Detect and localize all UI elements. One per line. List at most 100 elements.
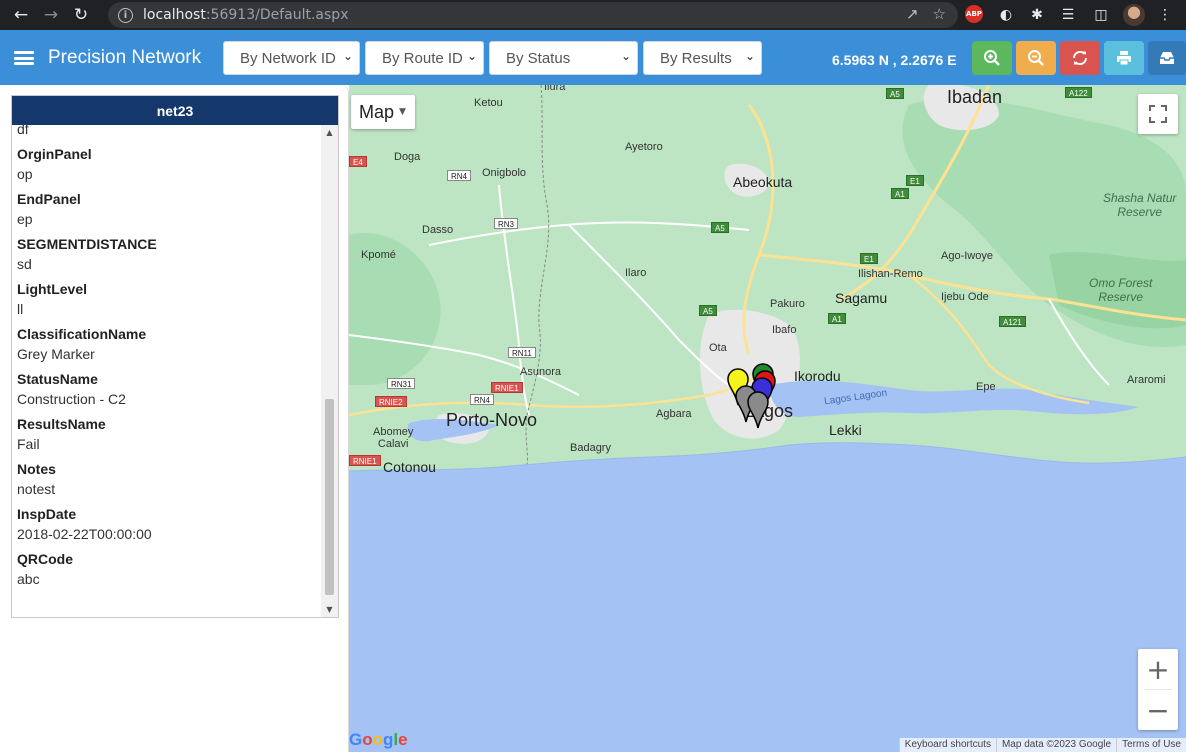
network-id-select-value: By Network ID [240, 49, 336, 67]
road-shield: RN4 [470, 394, 495, 405]
list-item: EndPanel ep [17, 189, 81, 229]
extension-icon[interactable]: ◐ [997, 5, 1015, 25]
map-canvas[interactable]: Ibadan Abeokuta Ayetoro Ketou Ilura Doga… [349, 85, 1186, 752]
status-select[interactable]: By Status ⌄ [489, 41, 638, 75]
field-value: ep [17, 211, 33, 227]
media-icon[interactable]: ☰ [1059, 5, 1077, 25]
map-label-pakuro: Pakuro [770, 298, 805, 310]
list-item: StatusName Construction - C2 [17, 369, 126, 409]
field-value: op [17, 166, 33, 182]
list-item: SEGMENTDISTANCE sd [17, 234, 157, 274]
chevron-down-icon: ⌄ [342, 49, 353, 63]
map-label-ketou: Ketou [474, 97, 503, 109]
road-shield: A1 [891, 188, 909, 199]
bookmark-star-icon[interactable]: ☆ [933, 5, 946, 23]
road-shield: E4 [349, 156, 367, 167]
adblock-extension-icon[interactable]: ABP [965, 5, 983, 23]
sidepanel-icon[interactable]: ◫ [1092, 5, 1110, 25]
panel-scrollbar[interactable]: ▲ ▼ [321, 125, 338, 617]
field-value: Construction - C2 [17, 391, 126, 407]
print-icon [1117, 51, 1131, 66]
feature-attributes-list[interactable]: df OrginPanel op EndPanel ep SEGMENTDISTAN… [12, 125, 322, 617]
map-zoom-in-button[interactable]: + [1138, 649, 1178, 689]
map-label-onigbolo: Onigbolo [482, 167, 527, 179]
road-shield: A5 [886, 88, 904, 99]
list-item: OrginPanel op [17, 144, 92, 184]
profile-avatar[interactable] [1123, 4, 1145, 26]
field-label: ResultsName [17, 416, 106, 432]
app-title: Precision Network [48, 47, 202, 68]
forward-arrow-icon[interactable]: → [36, 0, 66, 30]
field-label: LightLevel [17, 281, 88, 297]
road-shield: RNIE1 [349, 455, 381, 466]
menu-kebab-icon[interactable]: ⋮ [1158, 5, 1172, 25]
info-icon[interactable]: i [118, 7, 133, 23]
field-label: ClassificationName [17, 326, 147, 342]
map-attribution: Keyboard shortcuts Map data ©2023 Google… [898, 738, 1186, 752]
field-label: EndPanel [17, 191, 81, 207]
fullscreen-icon [1149, 105, 1167, 123]
terms-of-use-link[interactable]: Terms of Use [1116, 738, 1186, 752]
list-item: ClassificationName Grey Marker [17, 324, 146, 364]
zoom-in-button[interactable] [972, 41, 1012, 75]
zoom-out-icon [1028, 50, 1044, 66]
map-zoom-out-button[interactable]: − [1138, 690, 1178, 730]
scrollbar-thumb[interactable] [325, 399, 334, 595]
map-label-cotonou: Cotonou [383, 459, 436, 475]
browser-toolbar: ← → ↻ i localhost:56913/Default.aspx ↗ ☆… [0, 0, 1186, 30]
map-label-ikorodu: Ikorodu [794, 368, 841, 384]
network-id-select[interactable]: By Network ID ⌄ [223, 41, 360, 75]
url-port: :56913 [205, 7, 256, 23]
field-value: Grey Marker [17, 346, 95, 362]
map-label-badagry: Badagry [570, 442, 611, 454]
chevron-down-icon: ⌄ [466, 49, 477, 63]
field-value: sd [17, 256, 32, 272]
map-label-ilishan: Ilishan-Remo [858, 268, 923, 280]
map-type-label: Map [359, 101, 395, 122]
road-shield: RN31 [387, 378, 416, 389]
scroll-down-arrow-icon[interactable]: ▼ [321, 602, 338, 617]
keyboard-shortcuts-link[interactable]: Keyboard shortcuts [898, 738, 996, 752]
hamburger-menu-icon[interactable] [14, 51, 34, 65]
map-label-abomey-calavi: Abomey Calavi [373, 426, 414, 450]
field-value: df [17, 125, 29, 137]
map-label-araromi: Araromi [1127, 374, 1166, 386]
road-shield: A122 [1065, 87, 1092, 98]
zoom-in-icon [984, 50, 1000, 66]
map-data-text: Map data ©2023 Google [995, 738, 1116, 752]
coordinates-readout: 6.5963 N , 2.2676 E [832, 52, 957, 68]
map-type-select[interactable]: Map ▼ [351, 95, 415, 129]
map-label-epe: Epe [976, 381, 996, 393]
map-markers-cluster[interactable] [725, 362, 797, 434]
road-shield: E1 [860, 253, 878, 264]
print-button[interactable] [1104, 41, 1144, 75]
map-label-porto-novo: Porto-Novo [446, 410, 538, 430]
scroll-up-arrow-icon[interactable]: ▲ [321, 125, 338, 140]
map-label-shasha-reserve: Shasha Natur Reserve [1103, 191, 1177, 219]
address-bar[interactable]: i localhost:56913/Default.aspx ↗ ☆ [108, 2, 958, 28]
app-header: Precision Network By Network ID ⌄ By Rout… [0, 30, 1186, 85]
field-label: OrginPanel [17, 146, 92, 162]
fullscreen-button[interactable] [1138, 94, 1178, 134]
field-label: StatusName [17, 371, 98, 387]
reload-icon[interactable]: ↻ [66, 0, 96, 30]
puzzle-icon[interactable]: ✱ [1028, 5, 1046, 25]
field-label: InspDate [17, 506, 77, 522]
zoom-out-button[interactable] [1016, 41, 1056, 75]
share-icon[interactable]: ↗ [906, 5, 919, 23]
url-text: localhost:56913/Default.aspx [143, 7, 348, 23]
map-label-kpome: Kpomé [361, 249, 396, 261]
road-shield: RNIE1 [491, 382, 523, 393]
route-id-select[interactable]: By Route ID ⌄ [365, 41, 484, 75]
list-item: Notes notest [17, 459, 56, 499]
map-marker-grey[interactable] [747, 391, 769, 429]
back-arrow-icon[interactable]: ← [6, 0, 36, 30]
results-select[interactable]: By Results ⌄ [643, 41, 762, 75]
road-shield: E1 [906, 175, 924, 186]
inbox-icon [1160, 52, 1174, 64]
field-value: ll [17, 301, 24, 317]
field-label: QRCode [17, 551, 73, 567]
refresh-button[interactable] [1060, 41, 1100, 75]
google-logo: Google [349, 730, 408, 749]
save-button[interactable] [1148, 41, 1186, 75]
